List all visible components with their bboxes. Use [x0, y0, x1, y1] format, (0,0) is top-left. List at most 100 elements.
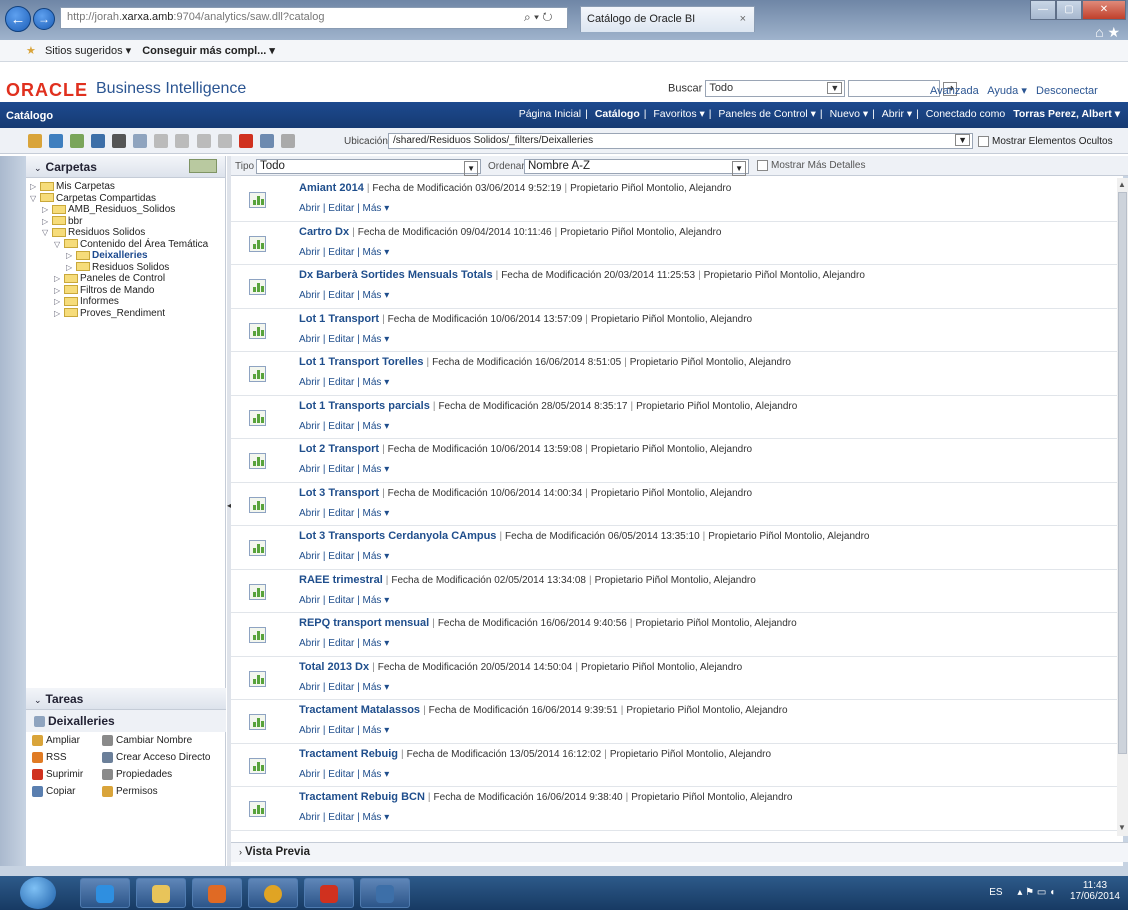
task-item[interactable]: Copiar [32, 783, 102, 800]
delete-icon[interactable] [238, 134, 253, 148]
taskbar-outlook-button[interactable] [192, 878, 242, 908]
expand-toggle-icon[interactable]: ▷ [42, 216, 52, 228]
nav-catalog[interactable]: Catálogo [595, 108, 640, 120]
search-scope-select[interactable]: Todo ▼ [705, 80, 846, 97]
item-actions[interactable]: Abrir | Editar | Más ▾ [299, 551, 389, 562]
item-actions[interactable]: Abrir | Editar | Más ▾ [299, 421, 389, 432]
taskbar-explorer-button[interactable] [136, 878, 186, 908]
taskbar-chrome-button[interactable] [248, 878, 298, 908]
filter-icon[interactable] [249, 235, 266, 252]
filter-icon[interactable] [249, 366, 266, 382]
item-name-link[interactable]: Tractament Rebuig BCN [299, 791, 425, 803]
scroll-up-icon[interactable]: ▲ [1118, 180, 1126, 189]
item-name-link[interactable]: Lot 1 Transports parcials [299, 400, 430, 412]
tree-item[interactable]: ▷ Proves_Rendiment [26, 308, 225, 320]
taskbar-word-button[interactable] [360, 878, 410, 908]
start-button[interactable] [20, 877, 56, 909]
item-actions[interactable]: Abrir | Editar | Más ▾ [299, 464, 389, 475]
browser-tab[interactable]: Catálogo de Oracle BI × [580, 6, 755, 32]
item-name-link[interactable]: Lot 1 Transport [299, 313, 379, 325]
expand-toggle-icon[interactable]: ▷ [54, 285, 64, 297]
tree-item[interactable]: ▷ Filtros de Mando [26, 285, 225, 297]
item-actions[interactable]: Abrir | Editar | Más ▾ [299, 769, 389, 780]
nav-new[interactable]: Nuevo ▾ [830, 108, 869, 120]
grid-view-icon[interactable] [133, 134, 148, 148]
item-actions[interactable]: Abrir | Editar | Más ▾ [299, 290, 389, 301]
favorites-item[interactable]: Conseguir más compl... ▾ [142, 45, 275, 57]
item-name-link[interactable]: Lot 2 Transport [299, 443, 379, 455]
expand-toggle-icon[interactable]: ▷ [66, 262, 76, 274]
tree-item[interactable]: ▷ Mis Carpetas [26, 181, 225, 193]
close-window-icon[interactable]: ✕ [1082, 0, 1126, 20]
tree-item[interactable]: ▽ Contenido del Área Temática [26, 239, 225, 251]
expand-toggle-icon[interactable]: ▽ [54, 239, 64, 251]
tree-item[interactable]: ▷ AMB_Residuos_Solidos [26, 204, 225, 216]
filter-icon[interactable] [249, 192, 266, 208]
expand-toggle-icon[interactable]: ▷ [54, 296, 64, 308]
language-indicator[interactable]: ES [989, 887, 1002, 898]
filter-icon[interactable] [249, 627, 266, 643]
item-name-link[interactable]: Tractament Matalassos [299, 704, 420, 716]
tree-item[interactable]: ▷ bbr [26, 216, 225, 228]
item-actions[interactable]: Abrir | Editar | Más ▾ [299, 725, 389, 736]
item-actions[interactable]: Abrir | Editar | Más ▾ [299, 334, 389, 345]
filter-icon[interactable] [249, 453, 266, 469]
nav-dashboards[interactable]: Paneles de Control ▾ [718, 108, 816, 120]
preview-bar[interactable]: › Vista Previa [231, 842, 1128, 862]
item-name-link[interactable]: Cartro Dx [299, 226, 349, 238]
item-actions[interactable]: Abrir | Editar | Más ▾ [299, 812, 389, 823]
item-actions[interactable]: Abrir | Editar | Más ▾ [299, 247, 389, 258]
collapse-icon[interactable]: ⌄ [34, 163, 42, 173]
upload-arrow-icon[interactable] [217, 134, 232, 148]
search-input[interactable] [848, 80, 941, 97]
filter-icon[interactable] [249, 540, 266, 556]
filter-icon[interactable] [249, 322, 266, 339]
help-link[interactable]: Ayuda ▾ [987, 85, 1027, 97]
task-item[interactable]: Suprimir [32, 766, 102, 783]
item-name-link[interactable]: Lot 1 Transport Torelles [299, 356, 424, 368]
nav-home[interactable]: Página Inicial [519, 108, 581, 120]
expand-toggle-icon[interactable]: ▷ [54, 308, 64, 320]
item-name-link[interactable]: Dx Barberà Sortides Mensuals Totals [299, 269, 493, 281]
item-actions[interactable]: Abrir | Editar | Más ▾ [299, 377, 389, 388]
location-path-select[interactable]: /shared/Residuos Solidos/_filters/Deixal… [388, 133, 973, 149]
view-icon[interactable] [70, 134, 85, 148]
search-refresh-icon[interactable]: ⌕ ▾ ↻ [524, 10, 553, 25]
task-item[interactable]: Propiedades [102, 766, 232, 783]
favorites-star-icon[interactable]: ★ [26, 45, 36, 57]
item-actions[interactable]: Abrir | Editar | Más ▾ [299, 682, 389, 693]
favorites-item[interactable]: Sitios sugeridos ▾ [45, 45, 131, 57]
filter-icon[interactable] [249, 279, 266, 295]
tree-item[interactable]: ▷ Paneles de Control [26, 273, 225, 285]
item-name-link[interactable]: RAEE trimestral [299, 574, 383, 586]
item-actions[interactable]: Abrir | Editar | Más ▾ [299, 203, 389, 214]
expand-toggle-icon[interactable]: ▷ [54, 273, 64, 285]
folder-actions-icon[interactable] [189, 159, 217, 173]
tree-item[interactable]: ▷ Deixalleries [26, 250, 225, 262]
folder-icon[interactable] [91, 134, 106, 148]
task-item[interactable]: Ampliar [32, 732, 102, 749]
upload-icon[interactable] [49, 134, 64, 148]
back-button[interactable]: ← [5, 6, 31, 32]
maximize-icon[interactable]: ▢ [1056, 0, 1082, 20]
logout-link[interactable]: Desconectar [1036, 85, 1098, 97]
item-name-link[interactable]: Total 2013 Dx [299, 661, 369, 673]
task-item[interactable]: Crear Acceso Directo [102, 749, 232, 766]
expand-toggle-icon[interactable]: ▷ [66, 250, 76, 262]
edit-icon[interactable] [175, 134, 190, 148]
paste-icon[interactable] [280, 134, 295, 148]
cut-icon[interactable] [154, 134, 169, 148]
copy-icon[interactable] [259, 134, 274, 148]
task-item[interactable]: Cambiar Nombre [102, 732, 232, 749]
tree-item[interactable]: ▷ Residuos Solidos [26, 262, 225, 274]
order-select[interactable]: Nombre A-Z ▼ [524, 159, 749, 176]
item-actions[interactable]: Abrir | Editar | Más ▾ [299, 638, 389, 649]
filter-icon[interactable] [249, 801, 266, 817]
minimize-icon[interactable]: — [1030, 0, 1056, 20]
print-icon[interactable] [196, 134, 211, 148]
user-menu[interactable]: Torras Perez, Albert ▾ [1013, 108, 1120, 120]
item-actions[interactable]: Abrir | Editar | Más ▾ [299, 508, 389, 519]
more-details-checkbox[interactable] [757, 160, 768, 171]
scroll-thumb[interactable] [1118, 192, 1127, 754]
vertical-scrollbar[interactable]: ▲ ▼ [1117, 178, 1128, 836]
